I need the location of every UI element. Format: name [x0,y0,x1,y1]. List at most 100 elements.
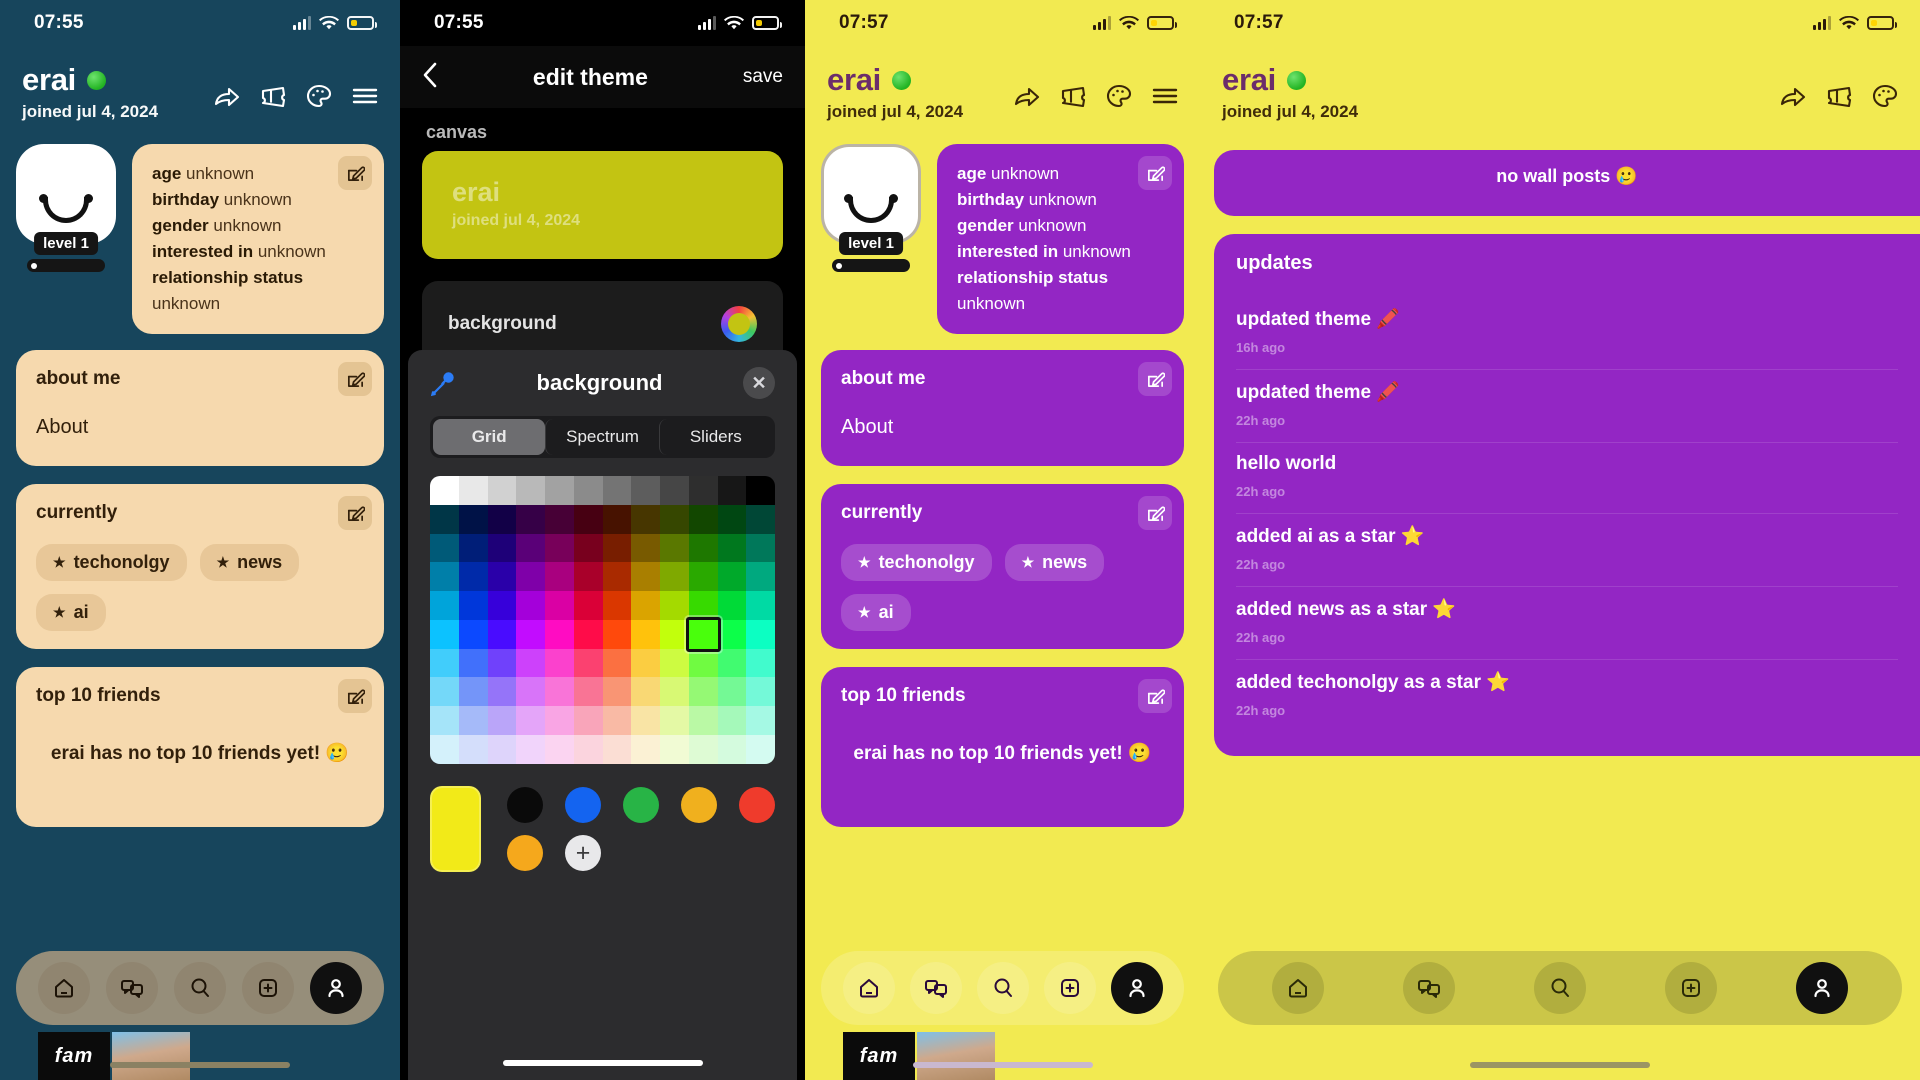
grid-swatch[interactable] [660,706,689,735]
grid-swatch[interactable] [430,562,459,591]
profile-icon[interactable] [1796,962,1849,1014]
grid-swatch[interactable] [688,677,718,706]
grid-swatch[interactable] [487,591,517,620]
grid-swatch[interactable] [458,476,488,505]
grid-swatch[interactable] [458,533,488,563]
chip[interactable]: ★ ai [841,594,911,631]
grid-swatch[interactable] [602,677,632,706]
grid-swatch[interactable] [458,706,488,735]
grid-swatch[interactable] [573,734,603,764]
grid-swatch[interactable] [746,562,775,591]
grid-swatch[interactable] [573,591,603,620]
grid-swatch[interactable] [717,734,747,764]
list-item[interactable]: added techonolgy as a star ⭐ 22h ago [1236,659,1898,732]
grid-swatch[interactable] [717,706,747,735]
avatar[interactable] [821,144,921,244]
grid-swatch[interactable] [602,533,632,563]
tab-sliders[interactable]: Sliders [658,419,772,455]
recent-color-blue[interactable] [565,786,601,823]
grid-swatch[interactable] [487,734,517,764]
grid-swatch[interactable] [746,648,775,678]
recent-color-yellow[interactable] [681,786,717,823]
grid-swatch[interactable] [717,562,747,591]
grid-swatch[interactable] [746,533,775,563]
add-icon[interactable] [1665,962,1718,1014]
list-item[interactable]: added ai as a star ⭐ 22h ago [1236,513,1898,586]
grid-swatch[interactable] [573,648,603,678]
grid-swatch[interactable] [688,476,718,505]
grid-swatch[interactable] [746,734,775,764]
avatar-block[interactable]: level 1 [821,144,921,272]
recent-color-red[interactable] [739,786,775,823]
grid-swatch[interactable] [516,706,545,735]
grid-swatch[interactable] [545,648,574,678]
menu-icon[interactable] [352,86,378,106]
grid-swatch[interactable] [487,706,517,735]
grid-swatch[interactable] [458,591,488,620]
grid-swatch[interactable] [458,648,488,678]
color-grid[interactable] [430,476,775,764]
grid-swatch[interactable] [746,619,775,649]
grid-swatch[interactable] [631,677,660,706]
share-icon[interactable] [1780,84,1806,108]
grid-swatch[interactable] [746,504,775,534]
home-icon[interactable] [842,962,895,1014]
grid-swatch[interactable] [573,706,603,735]
grid-swatch[interactable] [717,648,747,678]
grid-swatch[interactable] [688,734,718,764]
chip[interactable]: ★ news [1004,544,1105,581]
grid-swatch[interactable] [487,504,517,534]
grid-swatch[interactable] [430,619,459,649]
add-icon[interactable] [242,962,294,1014]
chip[interactable]: ★ techonolgy [841,544,992,581]
chip[interactable]: ★ news [199,544,300,581]
search-icon[interactable] [1533,962,1586,1014]
grid-swatch[interactable] [487,476,517,505]
grid-swatch[interactable] [660,504,689,534]
edit-friends-button[interactable] [338,679,372,713]
grid-swatch[interactable] [660,476,689,505]
grid-swatch[interactable] [430,476,459,505]
grid-swatch[interactable] [688,533,718,563]
edit-info-button[interactable] [1138,156,1172,190]
grid-swatch[interactable] [487,648,517,678]
grid-swatch[interactable] [688,648,718,678]
share-icon[interactable] [214,84,240,108]
grid-swatch[interactable] [631,562,660,591]
grid-swatch[interactable] [631,591,660,620]
palette-icon[interactable] [1872,84,1898,108]
profile-icon[interactable] [1110,962,1163,1014]
grid-swatch[interactable] [602,476,632,505]
grid-swatch[interactable] [545,734,574,764]
avatar-block[interactable]: level 1 [16,144,116,272]
grid-swatch[interactable] [516,504,545,534]
home-icon[interactable] [1271,962,1324,1014]
profile-icon[interactable] [310,962,362,1014]
grid-swatch[interactable] [487,619,517,649]
grid-swatch[interactable] [746,677,775,706]
chip[interactable]: ★ ai [36,594,106,631]
ticket-icon[interactable] [260,85,286,107]
edit-currently-button[interactable] [338,496,372,530]
grid-swatch[interactable] [631,734,660,764]
list-item[interactable]: updated theme 🖍️ 16h ago [1236,297,1898,369]
palette-icon[interactable] [306,84,332,108]
grid-swatch[interactable] [516,533,545,563]
grid-swatch[interactable] [545,562,574,591]
list-item[interactable]: hello world 22h ago [1236,442,1898,513]
grid-swatch[interactable] [516,562,545,591]
grid-swatch[interactable] [602,619,632,649]
avatar[interactable] [16,144,116,244]
selected-color-swatch[interactable] [430,785,481,872]
grid-swatch[interactable] [516,476,545,505]
eyedropper-icon[interactable] [430,369,456,397]
grid-swatch[interactable] [545,619,574,649]
share-icon[interactable] [1014,84,1040,108]
list-item[interactable]: updated theme 🖍️ 22h ago [1236,369,1898,442]
grid-swatch[interactable] [717,619,747,649]
grid-swatch[interactable] [545,591,574,620]
grid-swatch[interactable] [660,619,689,649]
grid-swatch[interactable] [631,648,660,678]
grid-swatch[interactable] [516,734,545,764]
grid-swatch[interactable] [717,677,747,706]
